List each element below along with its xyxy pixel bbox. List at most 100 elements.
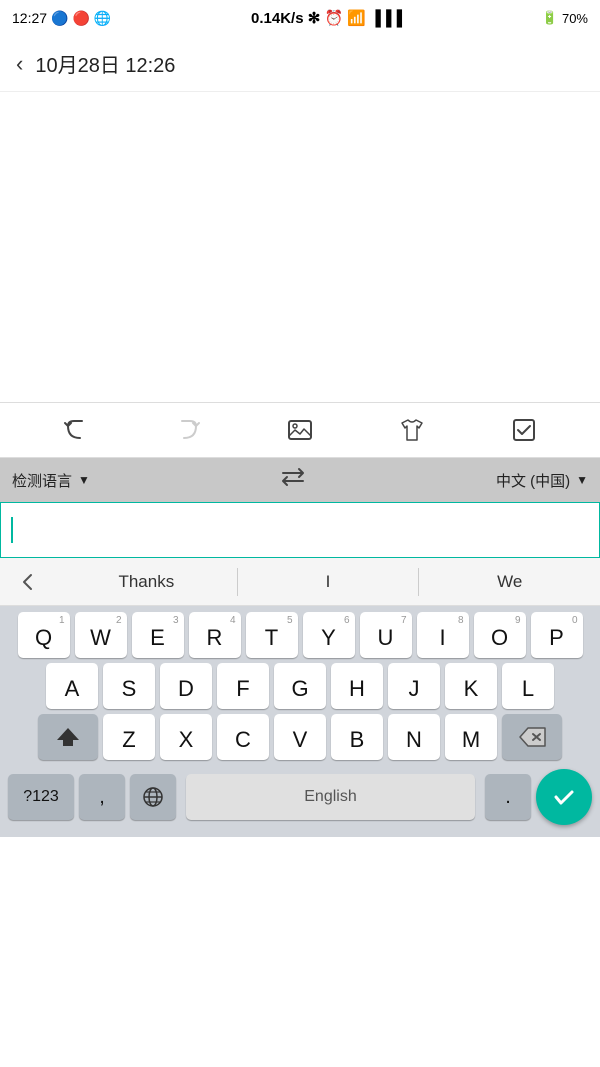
key-q-num: 1 <box>59 615 65 626</box>
key-a[interactable]: A <box>46 663 98 709</box>
suggestion-item-thanks[interactable]: Thanks <box>56 558 237 605</box>
key-v[interactable]: V <box>274 714 326 760</box>
key-y[interactable]: 6 Y <box>303 612 355 658</box>
key-i-num: 8 <box>458 615 464 626</box>
key-g[interactable]: G <box>274 663 326 709</box>
key-w[interactable]: 2 W <box>75 612 127 658</box>
key-i[interactable]: 8 I <box>417 612 469 658</box>
status-bar: 12:27 🔵 🔴 🌐 0.14K/s ✻ ⏰ 📶 ▐▐▐ 🔋 70% <box>0 0 600 36</box>
target-lang-selector[interactable]: 中文 (中国) ▼ <box>496 470 588 491</box>
keyboard-row-2: A S D F G H J K L <box>0 663 600 709</box>
key-p-num: 0 <box>572 615 578 626</box>
swap-icon <box>279 466 307 488</box>
key-u-num: 7 <box>401 615 407 626</box>
key-p-letter: P <box>549 627 564 649</box>
alarm-icon: ⏰ <box>325 10 344 27</box>
key-n[interactable]: N <box>388 714 440 760</box>
key-e[interactable]: 3 E <box>132 612 184 658</box>
back-arrow-icon <box>17 571 39 593</box>
key-t[interactable]: 5 T <box>246 612 298 658</box>
key-z[interactable]: Z <box>103 714 155 760</box>
key-x-letter: X <box>179 729 194 751</box>
translation-input[interactable] <box>0 502 600 558</box>
backspace-icon <box>517 725 547 749</box>
image-icon <box>286 416 314 444</box>
period-button[interactable]: . <box>485 774 531 820</box>
note-title: 10月28日 12:26 <box>35 49 175 78</box>
app-icon-2: 🔴 <box>72 10 89 27</box>
key-p[interactable]: 0 P <box>531 612 583 658</box>
key-u[interactable]: 7 U <box>360 612 412 658</box>
key-e-num: 3 <box>173 615 179 626</box>
key-i-letter: I <box>439 627 445 649</box>
network-speed: 0.14K/s <box>251 10 304 27</box>
checkbox-icon <box>510 416 538 444</box>
key-t-num: 5 <box>287 615 293 626</box>
key-c[interactable]: C <box>217 714 269 760</box>
key-w-letter: W <box>90 627 111 649</box>
status-left: 12:27 🔵 🔴 🌐 <box>12 10 111 27</box>
header-bar: ‹ 10月28日 12:26 <box>0 36 600 92</box>
bluetooth-icon: ✻ <box>308 10 325 27</box>
key-m[interactable]: M <box>445 714 497 760</box>
key-o-num: 9 <box>515 615 521 626</box>
key-f-letter: F <box>236 678 249 700</box>
key-v-letter: V <box>293 729 308 751</box>
key-u-letter: U <box>378 627 394 649</box>
suggestion-item-we[interactable]: We <box>419 558 600 605</box>
key-e-letter: E <box>150 627 165 649</box>
key-c-letter: C <box>235 729 251 751</box>
key-r-num: 4 <box>230 615 236 626</box>
key-g-letter: G <box>291 678 308 700</box>
key-s[interactable]: S <box>103 663 155 709</box>
key-f[interactable]: F <box>217 663 269 709</box>
enter-button[interactable] <box>536 769 592 825</box>
suggestion-label-we: We <box>497 572 522 592</box>
period-label: . <box>505 786 511 809</box>
backspace-button[interactable] <box>502 714 562 760</box>
key-b[interactable]: B <box>331 714 383 760</box>
suggestion-label-i: I <box>326 572 331 592</box>
key-q[interactable]: 1 Q <box>18 612 70 658</box>
key-j-letter: J <box>409 678 420 700</box>
num-123-label: ?123 <box>23 788 59 806</box>
status-right: 🔋 70% <box>542 10 588 26</box>
todo-button[interactable] <box>502 408 546 452</box>
content-area[interactable] <box>0 92 600 402</box>
undo-button[interactable] <box>54 408 98 452</box>
undo-icon <box>62 416 90 444</box>
signal-icon: ▐▐▐ <box>370 10 402 27</box>
toolbar <box>0 402 600 458</box>
key-h-letter: H <box>349 678 365 700</box>
key-d[interactable]: D <box>160 663 212 709</box>
num-123-button[interactable]: ?123 <box>8 774 74 820</box>
target-lang-dropdown-icon: ▼ <box>576 473 588 487</box>
key-o-letter: O <box>491 627 508 649</box>
globe-button[interactable] <box>130 774 176 820</box>
comma-button[interactable]: , <box>79 774 125 820</box>
redo-button[interactable] <box>166 408 210 452</box>
detect-lang-selector[interactable]: 检测语言 ▼ <box>12 470 90 491</box>
suggestions-back-button[interactable] <box>0 571 56 593</box>
back-button[interactable]: ‹ <box>16 51 23 77</box>
lang-swap-button[interactable] <box>279 466 307 494</box>
template-button[interactable] <box>390 408 434 452</box>
key-r-letter: R <box>207 627 223 649</box>
key-n-letter: N <box>406 729 422 751</box>
key-r[interactable]: 4 R <box>189 612 241 658</box>
key-y-letter: Y <box>321 627 336 649</box>
key-b-letter: B <box>350 729 365 751</box>
keyboard-bottom-row: ?123 , English . <box>0 765 600 833</box>
key-k[interactable]: K <box>445 663 497 709</box>
key-l[interactable]: L <box>502 663 554 709</box>
key-j[interactable]: J <box>388 663 440 709</box>
key-x[interactable]: X <box>160 714 212 760</box>
key-o[interactable]: 9 O <box>474 612 526 658</box>
text-cursor <box>11 517 13 543</box>
space-button[interactable]: English <box>186 774 475 820</box>
image-insert-button[interactable] <box>278 408 322 452</box>
suggestion-item-i[interactable]: I <box>238 558 419 605</box>
key-h[interactable]: H <box>331 663 383 709</box>
suggestion-label-thanks: Thanks <box>118 572 174 592</box>
shift-button[interactable] <box>38 714 98 760</box>
